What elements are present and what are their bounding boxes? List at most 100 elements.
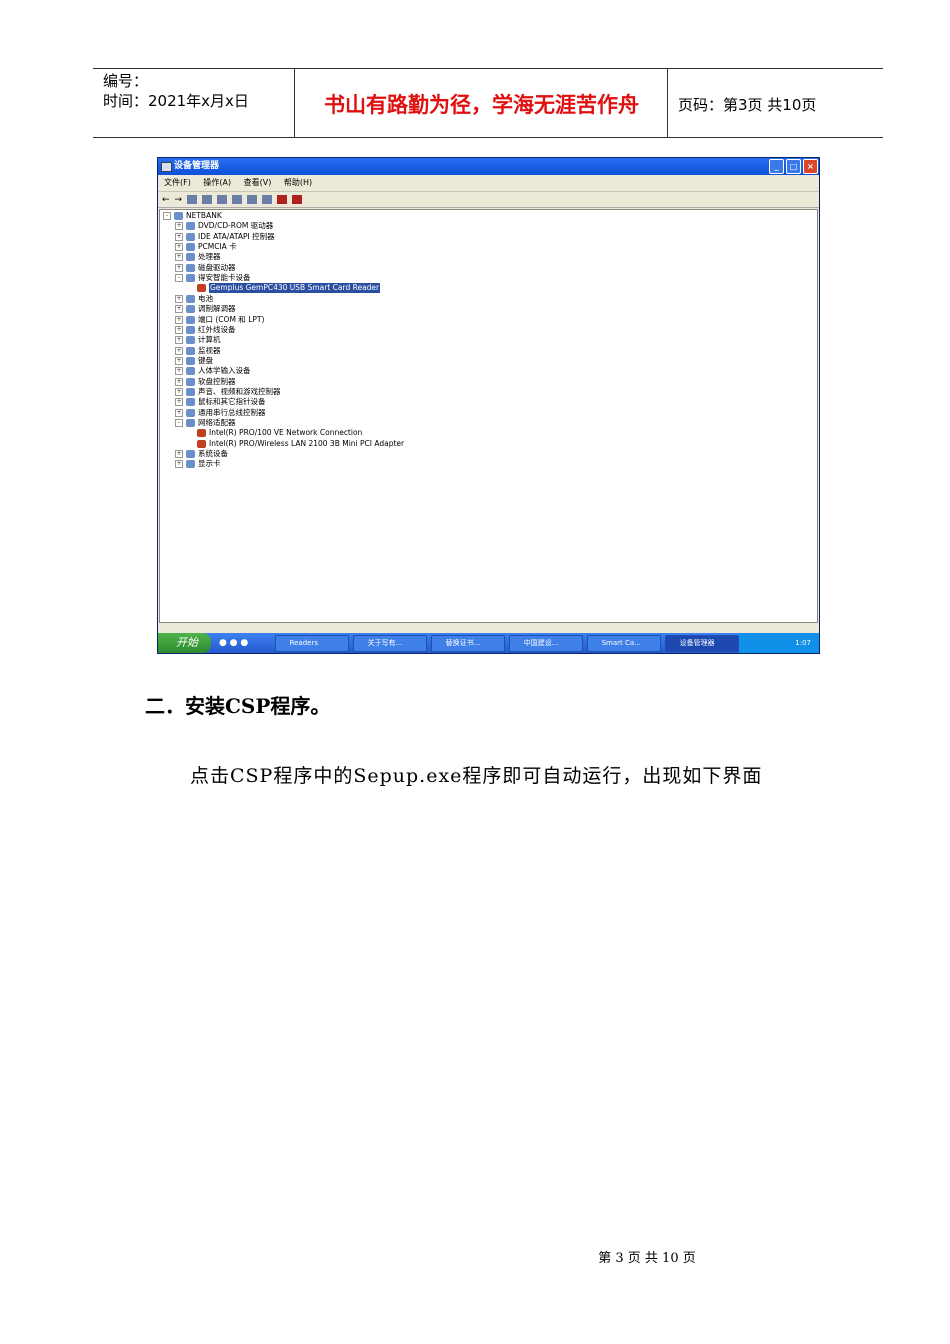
print-icon[interactable] <box>217 195 228 204</box>
help-icon[interactable] <box>232 195 243 204</box>
device-icon <box>186 356 195 365</box>
tree-item[interactable]: + 调制解调器 <box>175 304 236 314</box>
device-icon <box>186 408 195 417</box>
collapse-icon[interactable]: - <box>175 419 183 427</box>
expand-icon[interactable]: + <box>175 450 183 459</box>
taskbar-button[interactable]: 关于写有... <box>352 634 427 652</box>
expand-icon[interactable]: + <box>175 336 183 345</box>
tree-item-label: PCMCIA 卡 <box>198 242 237 252</box>
tree-item[interactable]: + 键盘 <box>175 356 213 366</box>
expand-icon[interactable]: + <box>175 294 183 303</box>
back-icon[interactable]: ← <box>162 195 170 205</box>
tree-item[interactable]: - NETBANK <box>163 211 222 221</box>
tree-item[interactable]: + IDE ATA/ATAPI 控制器 <box>175 232 275 242</box>
minimize-button[interactable]: _ <box>769 159 784 174</box>
taskbar-button[interactable]: Smart Ca... <box>586 634 661 652</box>
tree-item[interactable]: + 显示卡 <box>175 459 221 469</box>
tree-item[interactable]: + 处理器 <box>175 252 221 262</box>
tree-item[interactable]: + 端口 (COM 和 LPT) <box>175 315 264 325</box>
expand-icon[interactable]: + <box>175 408 183 417</box>
device-tree: - NETBANK + DVD/CD-ROM 驱动器 + IDE ATA/ATAPI 控制… <box>159 209 818 623</box>
expand-icon[interactable]: + <box>175 222 183 231</box>
tree-item[interactable]: Intel(R) PRO/Wireless LAN 2100 3B Mini P… <box>187 439 404 449</box>
tree-item[interactable]: Intel(R) PRO/100 VE Network Connection <box>187 428 362 438</box>
tree-item[interactable]: + 鼠标和其它指针设备 <box>175 397 266 407</box>
tree-item[interactable]: + DVD/CD-ROM 驱动器 <box>175 221 273 231</box>
device-icon <box>186 253 195 262</box>
tree-item[interactable]: + 软盘控制器 <box>175 377 236 387</box>
device-icon <box>186 232 195 241</box>
number-label: 编号： <box>103 72 149 90</box>
page-footer: 第 3 页 共 10 页 <box>598 1251 696 1266</box>
tree-item[interactable]: + PCMCIA 卡 <box>175 242 237 252</box>
tree-item-label: NETBANK <box>186 211 222 220</box>
expand-icon[interactable]: + <box>175 387 183 396</box>
uninstall-icon[interactable] <box>292 195 303 204</box>
body-paragraph: 点击CSP程序中的Sepup.exe程序即可自动运行，出现如下界面 <box>190 765 763 787</box>
expand-icon[interactable]: + <box>175 263 183 272</box>
page-header: 编号： 时间：2021年x月x日 书山有路勤为径，学海无涯苦作舟 页码：第3页 … <box>93 68 883 138</box>
expand-icon[interactable]: + <box>175 243 183 252</box>
time-label: 时间：2021年x月x日 <box>103 92 249 110</box>
expand-icon[interactable]: + <box>175 232 183 241</box>
device-icon <box>186 460 195 469</box>
quick-launch-icons[interactable]: ● ● ● <box>211 638 271 648</box>
show-hide-tree-icon[interactable] <box>187 195 198 204</box>
tree-item-label: 监视器 <box>198 345 221 355</box>
maximize-button[interactable]: □ <box>786 159 801 174</box>
properties-icon[interactable] <box>202 195 213 204</box>
forward-icon[interactable]: → <box>175 195 183 205</box>
tree-item[interactable]: + 红外线设备 <box>175 325 236 335</box>
taskbar-button[interactable]: 中国建设... <box>508 634 583 652</box>
device-icon <box>186 346 195 355</box>
device-icon <box>186 222 195 231</box>
tree-item-label: DVD/CD-ROM 驱动器 <box>198 221 274 231</box>
expand-icon[interactable]: + <box>175 315 183 324</box>
tree-item[interactable]: + 人体学输入设备 <box>175 366 251 376</box>
tree-item[interactable]: + 通用串行总线控制器 <box>175 408 266 418</box>
taskbar-button[interactable]: Readers <box>274 634 349 652</box>
collapse-icon[interactable]: - <box>175 274 183 283</box>
taskbar: 开始 ● ● ● Readers 关于写有... 替换证书... 中国建设... Sma… <box>158 633 819 653</box>
device-icon <box>197 284 206 293</box>
document-page: 编号： 时间：2021年x月x日 书山有路勤为径，学海无涯苦作舟 页码：第3页 … <box>0 0 950 1344</box>
tree-item[interactable]: + 声音、视频和游戏控制器 <box>175 387 281 397</box>
menu-view[interactable]: 查看(V) <box>244 178 272 187</box>
tree-item[interactable]: - 网络适配器 <box>175 418 236 428</box>
tree-item[interactable]: + 计算机 <box>175 335 221 345</box>
window-title: 设备管理器 <box>174 161 220 171</box>
menu-help[interactable]: 帮助(H) <box>284 178 312 187</box>
collapse-icon[interactable]: - <box>163 212 171 220</box>
update-driver-icon[interactable] <box>262 195 273 204</box>
expand-icon[interactable]: + <box>175 305 183 314</box>
expand-icon[interactable]: + <box>175 398 183 407</box>
tree-item[interactable]: - 得安智能卡设备 <box>175 273 251 283</box>
expand-icon[interactable]: + <box>175 346 183 355</box>
taskbar-button[interactable]: 设备管理器 <box>664 634 739 652</box>
expand-icon[interactable]: + <box>175 253 183 262</box>
device-icon <box>186 243 195 252</box>
tree-item[interactable]: + 系统设备 <box>175 449 228 459</box>
tree-item[interactable]: Gemplus GemPC430 USB Smart Card Reader <box>187 283 381 294</box>
tree-item-label: 得安智能卡设备 <box>198 273 251 283</box>
menu-file[interactable]: 文件(F) <box>164 178 191 187</box>
tree-item-label: 系统设备 <box>198 449 228 459</box>
taskbar-button[interactable]: 替换证书... <box>430 634 505 652</box>
menu-action[interactable]: 操作(A) <box>203 178 231 187</box>
window-titlebar: 设备管理器 _ □ × <box>158 158 819 175</box>
computer-icon <box>161 162 172 172</box>
tree-item[interactable]: + 监视器 <box>175 346 221 356</box>
expand-icon[interactable]: + <box>175 325 183 334</box>
scan-hardware-icon[interactable] <box>247 195 258 204</box>
expand-icon[interactable]: + <box>175 377 183 386</box>
expand-icon[interactable]: + <box>175 460 183 469</box>
expand-icon[interactable]: + <box>175 356 183 365</box>
tree-item-label: 通用串行总线控制器 <box>198 407 266 417</box>
start-button[interactable]: 开始 <box>158 633 211 653</box>
expand-icon[interactable]: + <box>175 367 183 376</box>
tree-item[interactable]: + 电池 <box>175 294 213 304</box>
disable-icon[interactable] <box>277 195 288 204</box>
system-tray: 1:07 <box>738 633 819 653</box>
close-button[interactable]: × <box>803 159 818 174</box>
tree-item[interactable]: + 磁盘驱动器 <box>175 263 236 273</box>
